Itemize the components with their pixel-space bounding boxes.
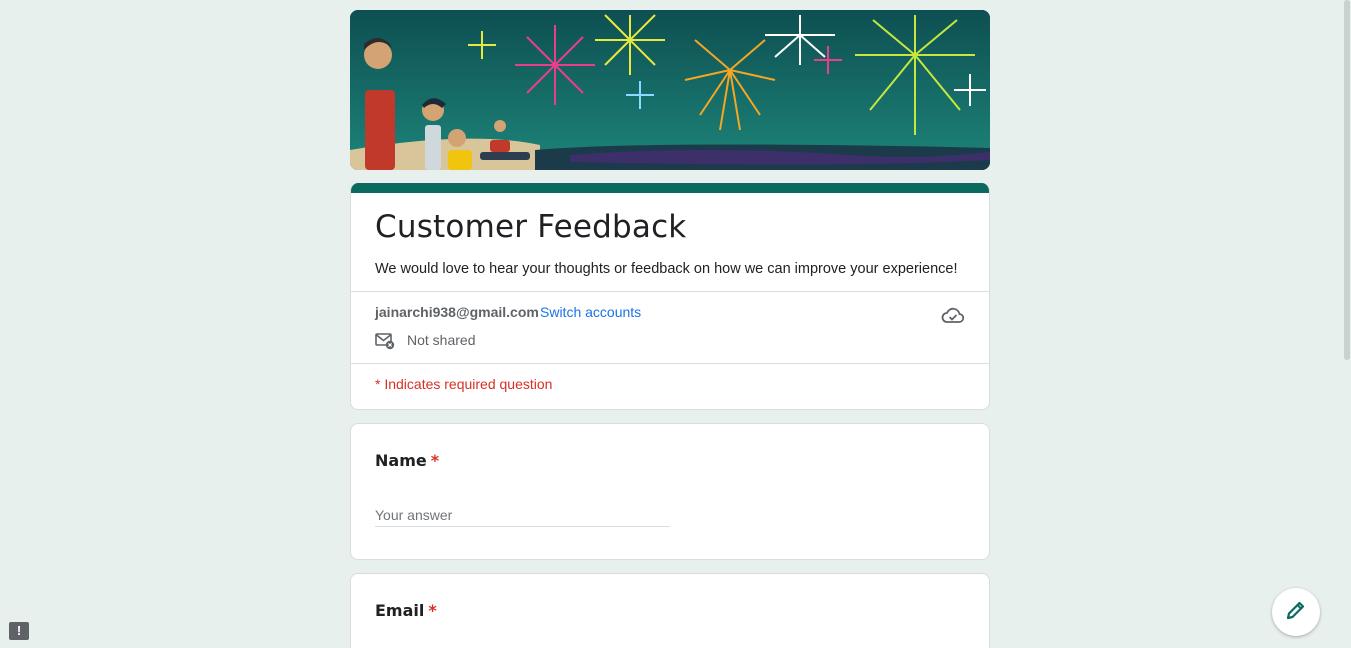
required-asterisk: * bbox=[430, 451, 440, 470]
required-question-note: * Indicates required question bbox=[375, 376, 553, 392]
form-header-card: Customer Feedback We would love to hear … bbox=[350, 183, 990, 410]
question-card-name: Name * bbox=[350, 423, 990, 560]
question-title-email: Email * bbox=[375, 601, 437, 620]
header-banner-image bbox=[350, 10, 990, 170]
required-asterisk: * bbox=[428, 601, 437, 620]
question-card-email: Email * bbox=[350, 573, 990, 648]
pencil-icon bbox=[1285, 599, 1307, 626]
switch-accounts-link[interactable]: Switch accounts bbox=[540, 304, 641, 320]
mail-not-shared-icon bbox=[375, 332, 395, 355]
edit-button[interactable] bbox=[1272, 588, 1320, 636]
theme-accent-bar bbox=[351, 183, 989, 193]
account-email: jainarchi938@gmail.com bbox=[375, 304, 539, 320]
question-title-name: Name * bbox=[375, 451, 439, 470]
name-answer-input[interactable] bbox=[375, 504, 670, 527]
question-label: Email bbox=[375, 601, 425, 620]
account-row: jainarchi938@gmail.com Switch accounts N… bbox=[351, 292, 989, 363]
cloud-done-icon[interactable] bbox=[941, 304, 965, 331]
form-description: We would love to hear your thoughts or f… bbox=[375, 261, 958, 277]
form-container: Customer Feedback We would love to hear … bbox=[350, 10, 990, 648]
sharing-status: Not shared bbox=[407, 332, 476, 348]
form-title: Customer Feedback bbox=[375, 209, 687, 245]
question-label: Name bbox=[375, 451, 427, 470]
report-feedback-icon[interactable]: ! bbox=[9, 622, 29, 640]
page-scrollbar[interactable] bbox=[1343, 0, 1351, 648]
scrollbar-thumb[interactable] bbox=[1344, 0, 1350, 360]
